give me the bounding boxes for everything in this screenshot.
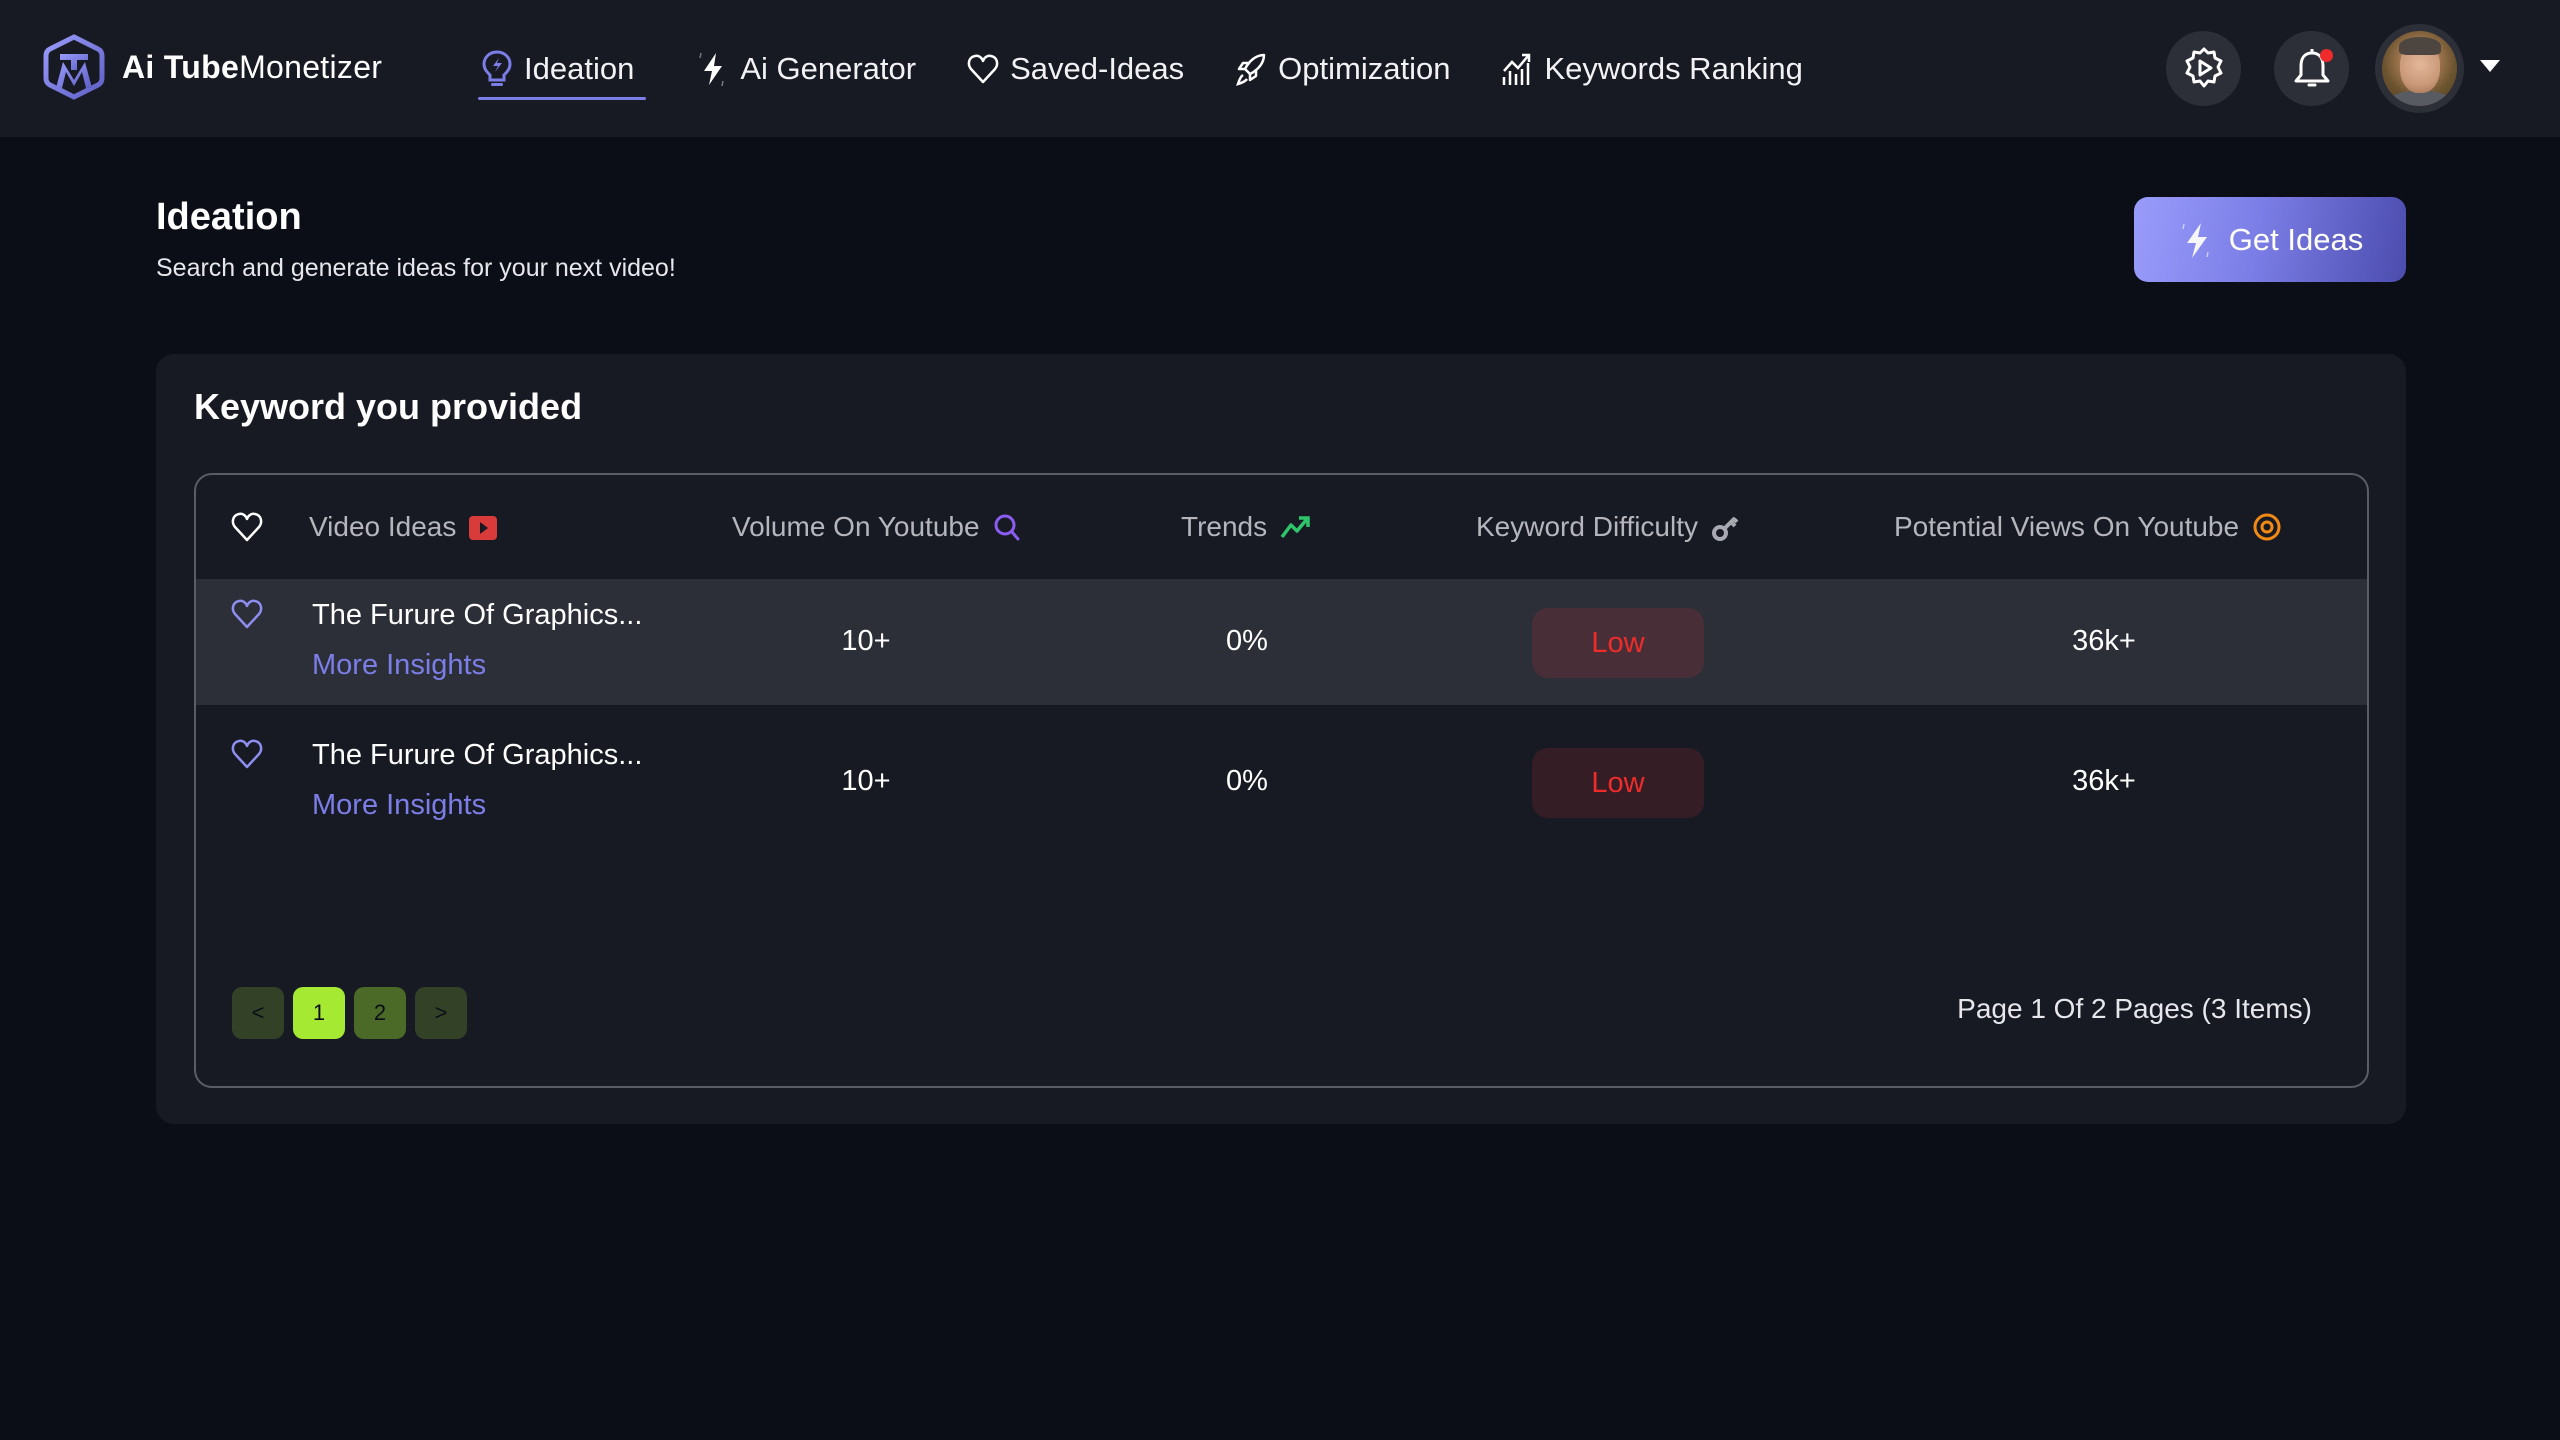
main-nav: Ideation Ai Generator Saved-Ideas Optimi… — [478, 0, 1853, 137]
difficulty-badge: Low — [1532, 748, 1704, 818]
rocket-icon — [1236, 53, 1266, 86]
page-button-2[interactable]: 2 — [354, 987, 406, 1039]
page-subtitle: Search and generate ideas for your next … — [156, 254, 676, 282]
lightning-icon — [2182, 222, 2209, 258]
nav-item-ideation[interactable]: Ideation — [478, 0, 647, 137]
column-header-volume[interactable]: Volume On Youtube — [732, 475, 1022, 579]
caret-down-icon[interactable] — [2480, 60, 2500, 72]
video-idea-title: The Furure Of Graphics... — [312, 739, 643, 771]
more-insights-link[interactable]: More Insights — [312, 649, 486, 682]
heart-icon[interactable] — [230, 597, 264, 631]
select-all-heart[interactable] — [230, 475, 264, 579]
get-ideas-button[interactable]: Get Ideas — [2134, 197, 2406, 282]
column-header-trends[interactable]: Trends — [1181, 475, 1313, 579]
ideas-table: Video Ideas Volume On Youtube Trends Key… — [194, 473, 2369, 1088]
lightning-icon — [699, 52, 725, 86]
nav-label: Ideation — [524, 50, 635, 86]
volume-value: 10+ — [841, 625, 891, 657]
nav-label: Saved-Ideas — [1010, 50, 1185, 86]
settings-button[interactable] — [2166, 31, 2241, 106]
prev-page-button[interactable]: < — [232, 987, 284, 1039]
nav-label: Optimization — [1278, 50, 1451, 86]
column-label: Volume On Youtube — [732, 511, 980, 542]
notifications-button[interactable] — [2274, 31, 2349, 106]
gear-play-icon — [2185, 47, 2222, 87]
brand-name-bold: Ai Tube — [122, 48, 240, 85]
trend-up-icon — [1280, 516, 1310, 539]
avatar — [2382, 31, 2457, 106]
nav-label: Keywords Ranking — [1544, 50, 1803, 86]
trend-value: 0% — [1226, 625, 1268, 657]
page-button-1[interactable]: 1 — [293, 987, 345, 1039]
nav-item-keywords-ranking[interactable]: Keywords Ranking — [1500, 0, 1803, 137]
lightbulb-icon — [482, 49, 512, 86]
column-label: Potential Views On Youtube — [1894, 511, 2240, 542]
table-row[interactable]: The Furure Of Graphics... More Insights … — [196, 719, 2367, 845]
column-header-potential-views[interactable]: Potential Views On Youtube — [1894, 475, 2283, 579]
column-label: Trends — [1181, 511, 1268, 542]
potential-views-value: 36k+ — [2072, 765, 2136, 797]
column-label: Video Ideas — [309, 511, 457, 542]
heart-icon[interactable] — [230, 737, 264, 771]
potential-views-value: 36k+ — [2072, 625, 2136, 657]
next-page-button[interactable]: > — [415, 987, 467, 1039]
pagination: < 1 2 > — [232, 987, 476, 1039]
table-row[interactable]: The Furure Of Graphics... More Insights … — [196, 579, 2367, 705]
nav-label: Ai Generator — [740, 50, 917, 86]
search-icon — [994, 514, 1020, 541]
volume-value: 10+ — [841, 765, 891, 797]
card-title: Keyword you provided — [194, 386, 583, 427]
chart-trend-icon — [1503, 53, 1531, 85]
column-header-keyword-difficulty[interactable]: Keyword Difficulty — [1476, 475, 1740, 579]
difficulty-badge: Low — [1532, 608, 1704, 678]
trend-value: 0% — [1226, 765, 1268, 797]
nav-item-ai-generator[interactable]: Ai Generator — [696, 0, 916, 137]
video-idea-title: The Furure Of Graphics... — [312, 599, 643, 631]
table-header: Video Ideas Volume On Youtube Trends Key… — [196, 475, 2367, 579]
column-label: Keyword Difficulty — [1476, 511, 1699, 542]
youtube-icon — [469, 516, 498, 540]
eye-icon — [2253, 513, 2281, 541]
more-insights-link[interactable]: More Insights — [312, 789, 486, 822]
notification-badge — [2320, 49, 2333, 62]
tm-hexagon-logo-icon — [43, 34, 105, 100]
get-ideas-label: Get Ideas — [2228, 221, 2364, 257]
user-avatar-button[interactable] — [2375, 24, 2464, 113]
key-icon — [1712, 516, 1739, 541]
keyword-results-card: Keyword you provided Video Ideas Volume … — [156, 354, 2406, 1124]
column-header-video-ideas[interactable]: Video Ideas — [309, 475, 498, 579]
app-logo[interactable]: Ai TubeMonetizer — [42, 34, 382, 100]
heart-icon — [231, 512, 263, 542]
nav-item-optimization[interactable]: Optimization — [1234, 0, 1450, 137]
top-navigation-bar: Ai TubeMonetizer Ideation Ai Generator S — [0, 0, 2560, 137]
brand-name: Ai TubeMonetizer — [122, 49, 382, 86]
brand-name-regular: Monetizer — [239, 48, 383, 85]
heart-icon — [967, 54, 999, 83]
page-title: Ideation — [156, 196, 302, 238]
nav-item-saved-ideas[interactable]: Saved-Ideas — [966, 0, 1184, 137]
pagination-info: Page 1 Of 2 Pages (3 Items) — [1957, 993, 2312, 1024]
